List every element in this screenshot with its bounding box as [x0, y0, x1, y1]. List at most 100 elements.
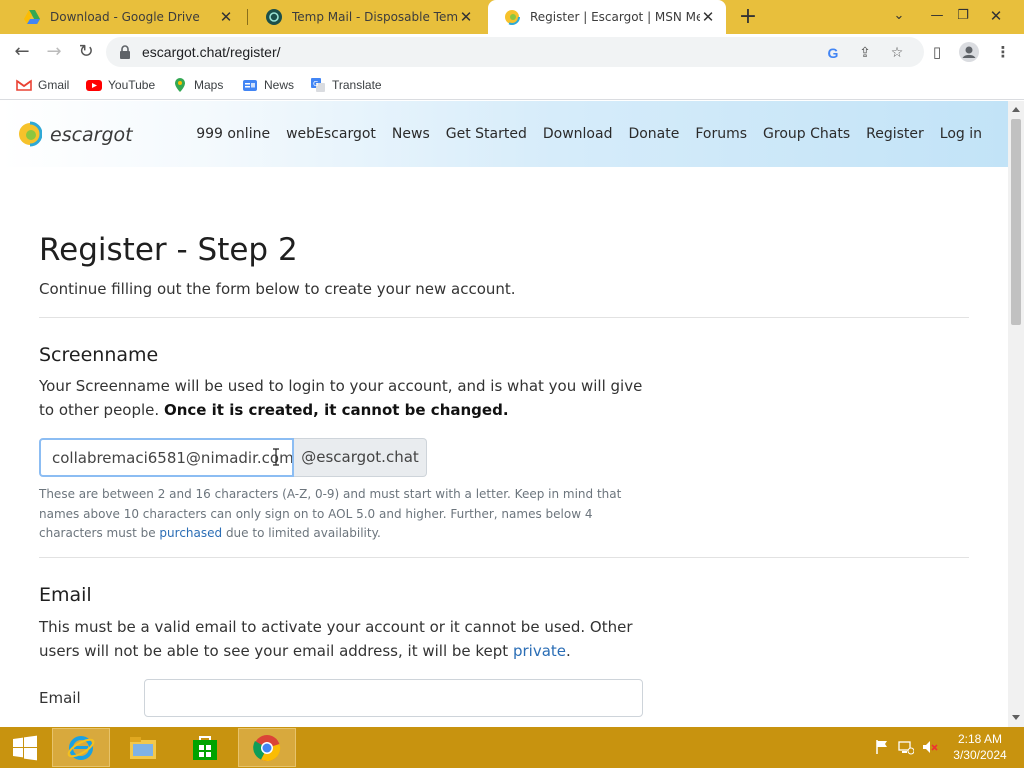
divider [39, 557, 969, 558]
taskbar-chrome[interactable] [238, 728, 296, 767]
purchased-link[interactable]: purchased [159, 526, 222, 540]
tab-search-chevron-icon[interactable]: ⌄ [886, 2, 912, 30]
nav-group-chats[interactable]: Group Chats [763, 126, 850, 142]
google-lens-icon[interactable]: G [824, 44, 842, 62]
screenname-domain-suffix: @escargot.chat [294, 438, 427, 477]
svg-text:G: G [313, 80, 318, 88]
email-label: Email [39, 689, 81, 707]
reload-icon[interactable]: ↻ [72, 38, 100, 66]
nav-online-count[interactable]: 999 online [196, 126, 270, 142]
bookmark-label: News [264, 78, 295, 92]
email-desc-end: . [566, 642, 571, 660]
page-viewport: escargot 999 online webEscargot News Get… [0, 101, 1008, 727]
nav-webescargot[interactable]: webEscargot [286, 126, 376, 142]
screenname-input[interactable]: collabremaci6581@nimadir.com [39, 438, 294, 477]
bookmark-label: Maps [194, 78, 224, 92]
tab-title: Temp Mail - Disposable Tempora [292, 10, 458, 24]
text-cursor-icon [273, 448, 279, 466]
site-header: escargot 999 online webEscargot News Get… [0, 101, 1008, 167]
browser-tab-strip: Download - Google Drive ✕ Temp Mail - Di… [0, 0, 1024, 34]
logo-text: escargot [50, 124, 133, 146]
close-tab-icon[interactable]: ✕ [218, 8, 234, 26]
forward-arrow-icon[interactable]: → [40, 38, 68, 66]
start-icon [13, 735, 37, 760]
bookmark-gmail[interactable]: Gmail [16, 76, 69, 94]
new-tab-button[interactable]: + [737, 4, 759, 30]
bookmark-translate[interactable]: G Translate [310, 76, 382, 94]
screenname-heading: Screenname [39, 344, 159, 366]
windows-taskbar: 2:18 AM 3/30/2024 [0, 727, 1024, 768]
nav-log-in[interactable]: Log in [940, 126, 982, 142]
email-field[interactable] [144, 679, 643, 717]
temp-mail-icon [266, 9, 282, 25]
profile-avatar-icon[interactable] [958, 41, 980, 63]
escargot-icon [504, 9, 520, 25]
bookmark-label: Translate [332, 78, 382, 92]
screenname-description: Your Screenname will be used to login to… [39, 374, 649, 422]
close-window-icon[interactable]: ✕ [984, 2, 1008, 30]
screenname-warning: Once it is created, it cannot be changed… [163, 401, 509, 419]
google-drive-icon [24, 10, 40, 24]
bookmark-star-icon[interactable]: ☆ [888, 44, 906, 62]
nav-register[interactable]: Register [866, 126, 924, 142]
nav-get-started[interactable]: Get Started [446, 126, 527, 142]
action-center-flag-icon[interactable] [874, 739, 890, 755]
volume-muted-icon[interactable] [922, 739, 938, 755]
page-title: Register - Step 2 [39, 232, 298, 268]
store-icon [193, 735, 217, 760]
site-logo[interactable]: escargot [18, 121, 133, 149]
tab-google-drive[interactable]: Download - Google Drive ✕ [8, 0, 244, 34]
bookmark-youtube[interactable]: YouTube [86, 76, 155, 94]
tab-title: Register | Escargot | MSN Messen [530, 10, 700, 24]
page-lead: Continue filling out the form below to c… [39, 280, 516, 298]
nav-download[interactable]: Download [543, 126, 613, 142]
site-nav: 999 online webEscargot News Get Started … [180, 126, 982, 142]
taskbar-internet-explorer[interactable] [52, 728, 110, 767]
scroll-up-icon[interactable] [1012, 107, 1020, 112]
news-icon [243, 80, 257, 91]
tab-separator [247, 9, 248, 25]
divider [39, 317, 969, 318]
youtube-icon [86, 80, 102, 91]
address-bar[interactable]: escargot.chat/register/ G ⇪ ☆ [106, 37, 924, 67]
tab-temp-mail[interactable]: Temp Mail - Disposable Tempora ✕ [250, 0, 484, 34]
email-heading: Email [39, 584, 92, 606]
back-arrow-icon[interactable]: ← [8, 38, 36, 66]
gmail-icon [16, 79, 32, 91]
bookmarks-bar: Gmail YouTube Maps News G Translate [0, 70, 1024, 100]
nav-donate[interactable]: Donate [628, 126, 679, 142]
file-explorer-icon [130, 736, 156, 759]
close-tab-icon[interactable]: ✕ [700, 8, 716, 26]
internet-explorer-icon [67, 735, 95, 760]
nav-forums[interactable]: Forums [695, 126, 747, 142]
start-button[interactable] [0, 728, 50, 767]
network-icon[interactable] [898, 739, 914, 755]
clock-time: 2:18 AM [957, 732, 1003, 746]
share-icon[interactable]: ⇪ [856, 44, 874, 62]
menu-kebab-icon[interactable]: ⋮ [992, 41, 1014, 63]
side-panel-icon[interactable]: ▯ [926, 41, 948, 63]
taskbar-file-explorer[interactable] [114, 728, 172, 767]
screenname-help-text: These are between 2 and 16 characters (A… [39, 485, 639, 544]
close-tab-icon[interactable]: ✕ [458, 8, 474, 26]
restore-icon[interactable]: ❐ [952, 2, 974, 30]
clock-date: 3/30/2024 [953, 748, 1007, 762]
chrome-icon [253, 734, 281, 761]
scrollbar-thumb[interactable] [1011, 119, 1021, 325]
scroll-down-icon[interactable] [1012, 715, 1020, 720]
system-clock[interactable]: 2:18 AM 3/30/2024 [948, 731, 1012, 763]
private-link[interactable]: private [513, 642, 566, 660]
nav-news[interactable]: News [392, 126, 430, 142]
lock-icon [120, 45, 130, 59]
taskbar-store[interactable] [176, 728, 234, 767]
email-description: This must be a valid email to activate y… [39, 615, 639, 663]
page-scrollbar[interactable] [1008, 101, 1024, 727]
escargot-logo-icon [19, 121, 42, 147]
maps-icon [175, 78, 185, 92]
bookmark-maps[interactable]: Maps [172, 76, 223, 94]
tab-escargot-register[interactable]: Register | Escargot | MSN Messen ✕ [488, 0, 726, 34]
bookmark-label: Gmail [38, 78, 70, 92]
help-text-2: due to limited availability. [222, 526, 381, 540]
bookmark-news[interactable]: News [242, 76, 294, 94]
minimize-icon[interactable]: — [926, 2, 948, 30]
